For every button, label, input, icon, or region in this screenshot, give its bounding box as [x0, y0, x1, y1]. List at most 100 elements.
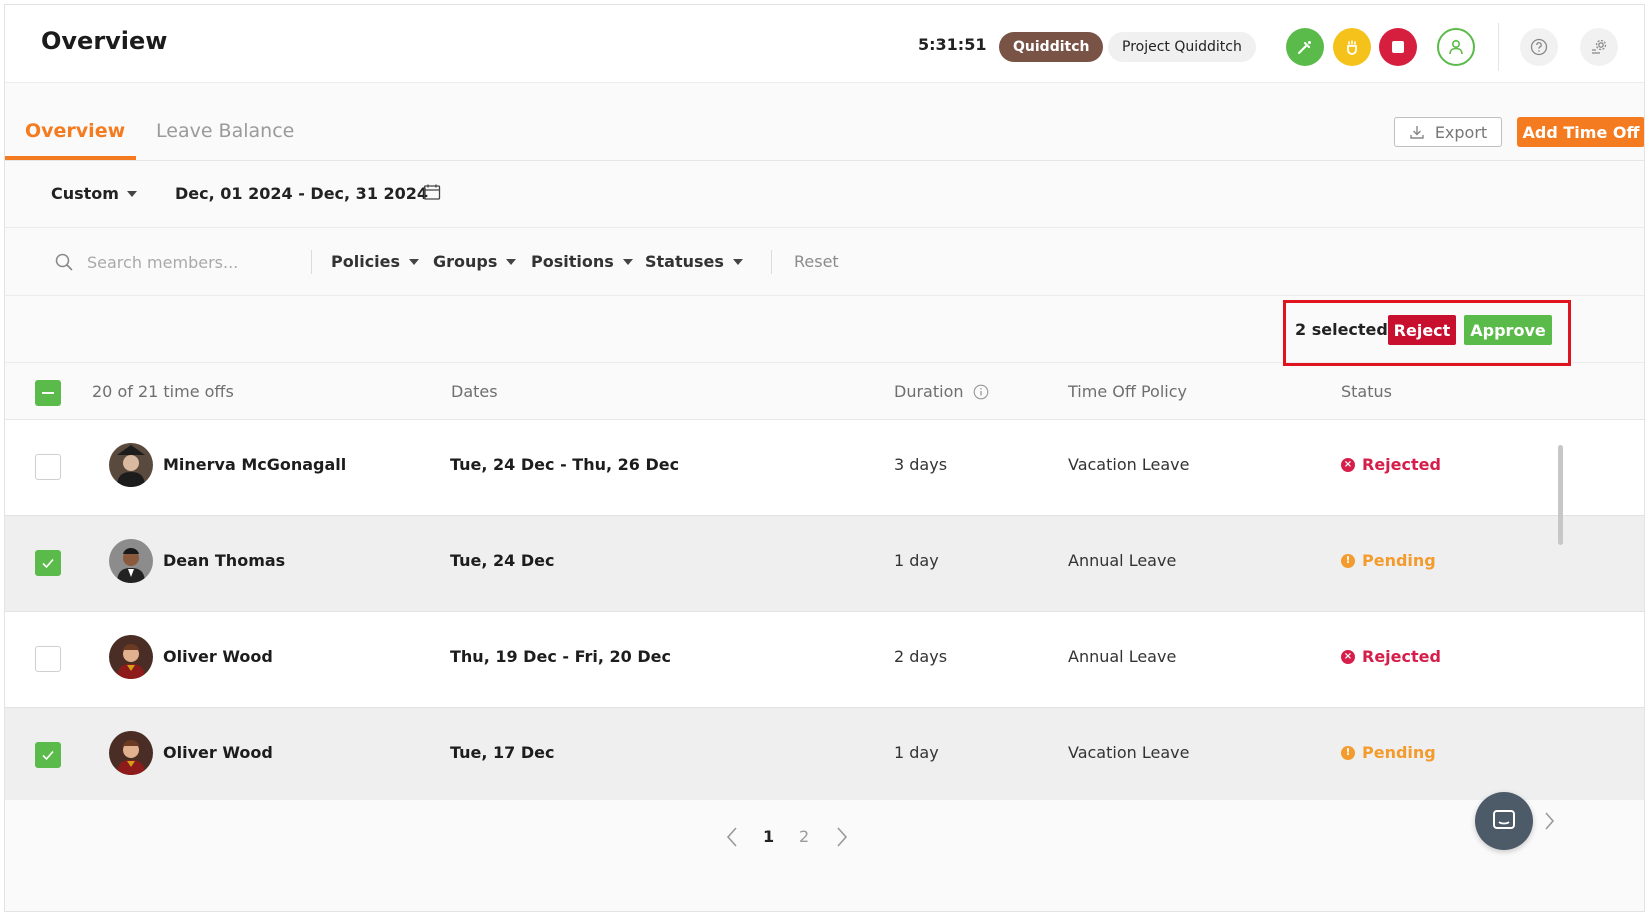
caret-down-icon: [506, 258, 517, 265]
time-off-policy: Vacation Leave: [1068, 743, 1190, 762]
export-button[interactable]: Export: [1394, 117, 1502, 147]
caret-down-icon: [622, 258, 633, 265]
avatar: [109, 443, 153, 487]
page-2[interactable]: 2: [799, 827, 809, 846]
break-icon[interactable]: [1333, 28, 1371, 66]
column-dates[interactable]: Dates: [451, 382, 498, 401]
policies-filter-label: Policies: [331, 252, 401, 271]
pagination: 1 2: [5, 800, 1644, 911]
time-off-policy: Annual Leave: [1068, 551, 1177, 570]
scrollbar[interactable]: [1558, 445, 1563, 545]
tab-leave-balance[interactable]: Leave Balance: [156, 120, 294, 142]
avatar: [109, 635, 153, 679]
policies-filter[interactable]: Policies: [331, 252, 420, 271]
search-members-input[interactable]: [87, 248, 297, 276]
positions-filter-label: Positions: [531, 252, 614, 271]
time-off-duration: 3 days: [894, 455, 948, 474]
tab-overview[interactable]: Overview: [25, 120, 125, 142]
checkmark-icon: [42, 558, 54, 569]
table-row[interactable]: Dean Thomas Tue, 24 Dec 1 day Annual Lea…: [5, 516, 1644, 612]
chevron-left-icon[interactable]: [725, 826, 739, 848]
row-checkbox[interactable]: [35, 454, 61, 480]
time-off-duration: 1 day: [894, 551, 939, 570]
range-type-value: Custom: [51, 184, 119, 203]
avatar: [109, 731, 153, 775]
time-off-dates: Tue, 24 Dec: [450, 551, 555, 570]
table-header: 20 of 21 time offs Dates Duration Time O…: [5, 363, 1644, 420]
info-icon[interactable]: [973, 384, 989, 400]
chevron-right-icon[interactable]: [1543, 811, 1555, 831]
time-off-duration: 1 day: [894, 743, 939, 762]
row-checkbox[interactable]: [35, 742, 61, 768]
checkmark-icon: [42, 750, 54, 761]
member-name: Oliver Wood: [163, 647, 273, 666]
calendar-icon[interactable]: [423, 183, 441, 201]
table-row[interactable]: Oliver Wood Thu, 19 Dec - Fri, 20 Dec 2 …: [5, 612, 1644, 708]
status-label: Rejected: [1362, 647, 1441, 666]
time-off-dates: Thu, 19 Dec - Fri, 20 Dec: [450, 647, 671, 666]
search-icon: [55, 253, 73, 271]
table-row[interactable]: Minerva McGonagall Tue, 24 Dec - Thu, 26…: [5, 420, 1644, 516]
stop-icon[interactable]: [1379, 28, 1417, 66]
page-title: Overview: [41, 27, 168, 55]
status-label: Pending: [1362, 551, 1436, 570]
status-badge: × Rejected: [1341, 647, 1441, 666]
column-status[interactable]: Status: [1341, 382, 1392, 401]
task-pill[interactable]: Project Quidditch: [1108, 32, 1256, 62]
date-filter-row: Custom Dec, 01 2024 - Dec, 31 2024: [5, 162, 1644, 228]
date-range-value[interactable]: Dec, 01 2024 - Dec, 31 2024: [175, 184, 428, 203]
filter-divider: [771, 250, 772, 274]
column-policy[interactable]: Time Off Policy: [1068, 382, 1187, 401]
column-duration-label: Duration: [894, 382, 964, 401]
member-name: Dean Thomas: [163, 551, 286, 570]
reject-button[interactable]: Reject: [1388, 315, 1456, 345]
user-icon[interactable]: [1437, 28, 1475, 66]
tab-bar: Overview Leave Balance Export Add Time O…: [5, 84, 1644, 161]
range-type-select[interactable]: Custom: [51, 184, 137, 203]
download-icon: [1410, 126, 1424, 139]
edit-timer-icon[interactable]: [1286, 28, 1324, 66]
member-name: Minerva McGonagall: [163, 455, 347, 474]
header-divider: [1498, 23, 1499, 71]
approve-button[interactable]: Approve: [1464, 315, 1552, 345]
groups-filter[interactable]: Groups: [433, 252, 517, 271]
settings-icon[interactable]: [1580, 28, 1618, 66]
time-off-policy: Vacation Leave: [1068, 455, 1190, 474]
add-time-off-button[interactable]: Add Time Off: [1517, 117, 1644, 147]
column-duration[interactable]: Duration: [894, 382, 989, 401]
export-label: Export: [1434, 122, 1488, 142]
row-checkbox[interactable]: [35, 646, 61, 672]
active-tab-indicator: [5, 156, 136, 160]
time-off-policy: Annual Leave: [1068, 647, 1177, 666]
reset-filters-button[interactable]: Reset: [794, 252, 839, 271]
project-pill[interactable]: Quidditch: [999, 32, 1104, 62]
rejected-icon: ×: [1341, 649, 1355, 664]
status-badge: ! Pending: [1341, 743, 1436, 762]
filter-row: Policies Groups Positions Statuses Reset: [5, 228, 1644, 296]
status-badge: × Rejected: [1341, 455, 1441, 474]
select-all-checkbox[interactable]: [35, 380, 61, 406]
statuses-filter[interactable]: Statuses: [645, 252, 743, 271]
time-off-duration: 2 days: [894, 647, 948, 666]
status-badge: ! Pending: [1341, 551, 1436, 570]
positions-filter[interactable]: Positions: [531, 252, 633, 271]
bulk-action-bar: 2 selected Reject Approve: [5, 296, 1644, 366]
chat-icon[interactable]: [1475, 792, 1533, 850]
page-1[interactable]: 1: [763, 827, 774, 846]
time-off-count: 20 of 21 time offs: [92, 382, 234, 401]
table-row[interactable]: Oliver Wood Tue, 17 Dec 1 day Vacation L…: [5, 708, 1644, 804]
caret-down-icon: [409, 258, 420, 265]
member-name: Oliver Wood: [163, 743, 273, 762]
caret-down-icon: [126, 190, 137, 197]
rejected-icon: ×: [1341, 457, 1355, 472]
top-bar: Overview 5:31:51 Quidditch Project Quidd…: [5, 5, 1644, 83]
help-icon[interactable]: [1520, 28, 1558, 66]
pending-icon: !: [1341, 553, 1355, 568]
status-label: Pending: [1362, 743, 1436, 762]
chevron-right-icon[interactable]: [835, 826, 849, 848]
filter-divider: [311, 250, 312, 274]
pending-icon: !: [1341, 745, 1355, 760]
row-checkbox[interactable]: [35, 550, 61, 576]
time-off-dates: Tue, 24 Dec - Thu, 26 Dec: [450, 455, 680, 474]
selected-count: 2 selected: [1295, 320, 1388, 339]
